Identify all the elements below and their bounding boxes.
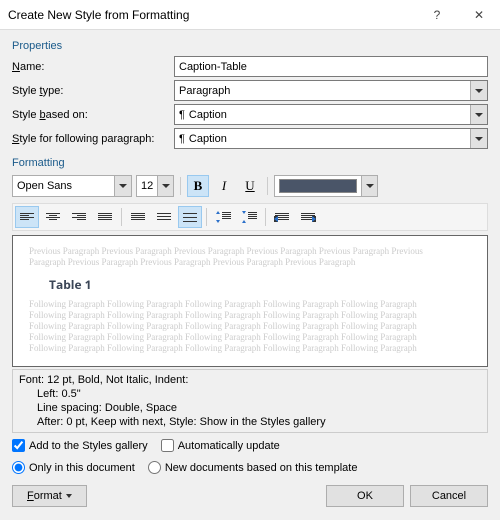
chevron-down-icon (114, 176, 131, 196)
chevron-down-icon (66, 494, 72, 498)
titlebar: Create New Style from Formatting ? ✕ (0, 0, 500, 30)
formatting-section-title: Formatting (12, 157, 488, 169)
style-type-combo[interactable]: Paragraph (174, 80, 488, 101)
chevron-down-icon (470, 105, 487, 124)
name-label: Name: (12, 61, 174, 73)
chevron-down-icon (157, 176, 173, 196)
separator (206, 208, 207, 226)
italic-button[interactable]: I (213, 175, 235, 197)
only-this-document-radio[interactable]: Only in this document (12, 461, 135, 474)
separator (180, 177, 181, 195)
new-documents-radio[interactable]: New documents based on this template (148, 461, 358, 474)
chevron-down-icon (470, 129, 487, 148)
align-center-button[interactable] (41, 206, 65, 228)
line-spacing-2-button[interactable] (178, 206, 202, 228)
pilcrow-icon: ¶ (179, 109, 185, 121)
font-color-combo[interactable] (274, 175, 378, 197)
help-button[interactable]: ? (416, 0, 458, 30)
color-swatch (279, 179, 357, 193)
preview-sample-text: Table 1 (49, 276, 471, 293)
align-justify-button[interactable] (93, 206, 117, 228)
align-left-button[interactable] (15, 206, 39, 228)
style-type-label: Style type: (12, 85, 174, 97)
style-following-combo[interactable]: ¶Caption (174, 128, 488, 149)
underline-button[interactable]: U (239, 175, 261, 197)
style-description: Font: 12 pt, Bold, Not Italic, Indent: L… (12, 369, 488, 433)
increase-indent-button[interactable] (296, 206, 320, 228)
chevron-down-icon (361, 176, 377, 196)
properties-section-title: Properties (12, 40, 488, 52)
add-to-gallery-checkbox[interactable]: Add to the Styles gallery (12, 439, 148, 452)
dialog-title: Create New Style from Formatting (8, 8, 416, 22)
ok-button[interactable]: OK (326, 485, 404, 507)
font-size-combo[interactable]: 12 (136, 175, 174, 197)
paragraph-toolbar (12, 203, 488, 231)
format-button[interactable]: Format (12, 485, 87, 507)
font-family-combo[interactable]: Open Sans (12, 175, 132, 197)
style-based-on-label: Style based on: (12, 109, 174, 121)
cancel-button[interactable]: Cancel (410, 485, 488, 507)
line-spacing-1-5-button[interactable] (152, 206, 176, 228)
close-button[interactable]: ✕ (458, 0, 500, 30)
chevron-down-icon (470, 81, 487, 100)
separator (267, 177, 268, 195)
separator (121, 208, 122, 226)
name-input[interactable] (174, 56, 488, 77)
separator (265, 208, 266, 226)
bold-button[interactable]: B (187, 175, 209, 197)
pilcrow-icon: ¶ (179, 133, 185, 145)
preview-pane: Previous Paragraph Previous Paragraph Pr… (12, 235, 488, 367)
style-following-label: Style for following paragraph: (12, 133, 174, 145)
font-toolbar: Open Sans 12 B I U (12, 175, 488, 197)
increase-space-before-button[interactable] (211, 206, 235, 228)
line-spacing-1-button[interactable] (126, 206, 150, 228)
decrease-space-before-button[interactable] (237, 206, 261, 228)
auto-update-checkbox[interactable]: Automatically update (161, 439, 280, 452)
align-right-button[interactable] (67, 206, 91, 228)
style-based-on-combo[interactable]: ¶Caption (174, 104, 488, 125)
decrease-indent-button[interactable] (270, 206, 294, 228)
